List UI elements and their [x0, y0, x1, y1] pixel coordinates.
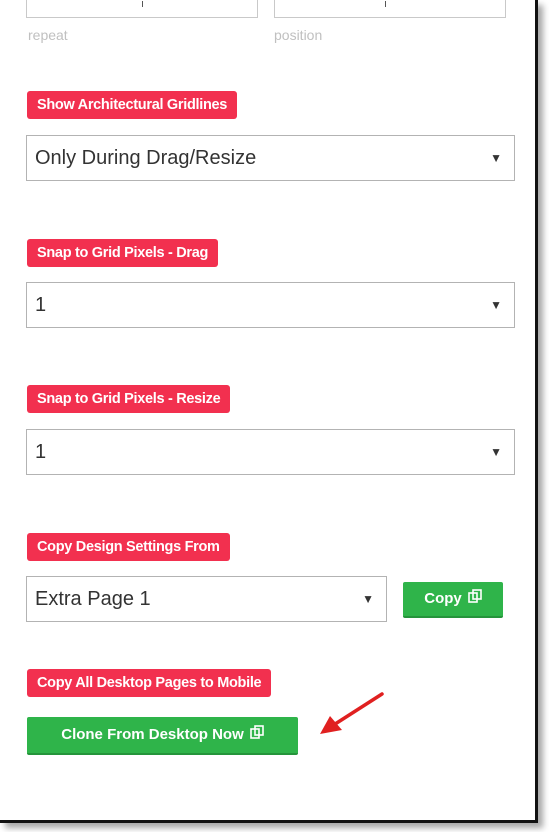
repeat-field[interactable] [26, 0, 258, 18]
snap-drag-select-value: 1 [35, 294, 47, 316]
field-caret [142, 1, 143, 7]
clone-from-desktop-button[interactable]: Clone From Desktop Now [27, 717, 298, 755]
copy-icon [467, 582, 482, 616]
gridlines-select[interactable]: Only During Drag/Resize ▼ [26, 135, 515, 181]
copy-mobile-label: Copy All Desktop Pages to Mobile [27, 669, 272, 697]
dropdown-caret-icon: ▼ [362, 592, 374, 606]
settings-panel: repeat position Show Architectural Gridl… [0, 0, 538, 823]
snap-drag-select[interactable]: 1 ▼ [26, 282, 515, 328]
copy-design-label: Copy Design Settings From [27, 533, 230, 561]
copy-design-select[interactable]: Extra Page 1 ▼ [26, 576, 387, 622]
snap-resize-select-value: 1 [35, 441, 47, 463]
dropdown-caret-icon: ▼ [490, 445, 502, 459]
position-hint: position [274, 27, 323, 43]
copy-design-select-value: Extra Page 1 [35, 588, 151, 610]
gridlines-label: Show Architectural Gridlines [27, 91, 238, 119]
field-caret [385, 1, 386, 7]
snap-resize-select[interactable]: 1 ▼ [26, 429, 515, 475]
clone-button-label: Clone From Desktop Now [61, 726, 244, 743]
red-arrow-icon [320, 692, 384, 734]
copy-button[interactable]: Copy [403, 582, 503, 618]
position-field[interactable] [274, 0, 506, 18]
copy-button-label: Copy [424, 590, 462, 607]
copy-icon [249, 717, 264, 753]
snap-drag-label: Snap to Grid Pixels - Drag [27, 239, 219, 267]
dropdown-caret-icon: ▼ [490, 151, 502, 165]
gridlines-select-value: Only During Drag/Resize [35, 147, 257, 169]
dropdown-caret-icon: ▼ [490, 298, 502, 312]
repeat-hint: repeat [28, 27, 68, 43]
snap-resize-label: Snap to Grid Pixels - Resize [27, 385, 231, 413]
